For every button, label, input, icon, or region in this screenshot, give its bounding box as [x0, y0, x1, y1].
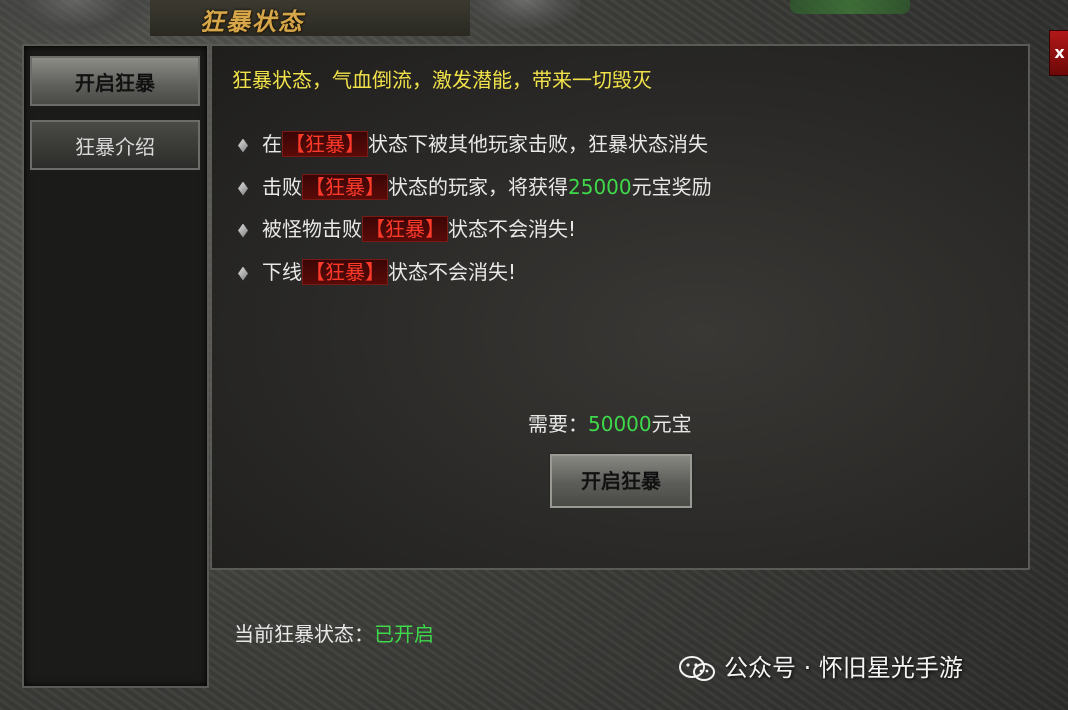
dragon-ornament-right	[470, 0, 580, 28]
headline: 狂暴状态，气血倒流，激发潜能，带来一切毁灭	[232, 68, 652, 92]
sidebar-item-berserk-intro[interactable]: 狂暴介绍	[30, 120, 200, 170]
diamond-bullet-icon	[238, 223, 248, 238]
status-value: 已开启	[374, 622, 434, 646]
berserk-tag: 【狂暴】	[302, 259, 388, 285]
top-decor	[790, 0, 910, 14]
watermark: 公众号 · 怀旧星光手游	[678, 648, 963, 683]
reward-amount: 25000	[568, 175, 632, 199]
close-button[interactable]: x	[1049, 30, 1068, 76]
berserk-tag: 【狂暴】	[362, 216, 448, 242]
cost-label: 需要：50000元宝	[528, 412, 692, 436]
diamond-bullet-icon	[238, 266, 248, 281]
wechat-icon	[679, 656, 715, 681]
window-title: 狂暴状态	[200, 7, 304, 36]
cost-value: 50000	[588, 412, 652, 436]
title-bar	[150, 0, 470, 36]
rule-item: 被怪物击败 【狂暴】 状态不会消失!	[238, 213, 576, 242]
diamond-bullet-icon	[238, 181, 248, 196]
rule-item: 下线 【狂暴】 状态不会消失!	[238, 256, 516, 285]
rule-item: 在【狂暴】 状态下被其他玩家击败，狂暴状态消失	[238, 128, 708, 157]
status-line: 当前狂暴状态：已开启	[234, 622, 434, 646]
sidebar: 开启狂暴 狂暴介绍	[22, 44, 209, 688]
dragon-ornament-left	[0, 0, 150, 40]
berserk-tag: 【狂暴】	[302, 174, 388, 200]
rule-item: 击败 【狂暴】 状态的玩家，将获得25000元宝奖励	[238, 171, 712, 200]
diamond-bullet-icon	[238, 138, 248, 153]
sidebar-item-open-berserk[interactable]: 开启狂暴	[30, 56, 200, 106]
berserk-tag: 【狂暴】	[282, 131, 368, 157]
open-berserk-button[interactable]: 开启狂暴	[548, 452, 694, 510]
